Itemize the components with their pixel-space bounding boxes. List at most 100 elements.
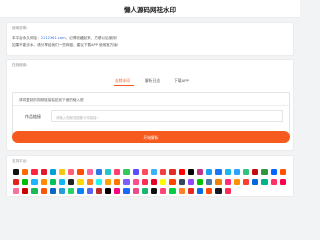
quanmin-icon[interactable] [132, 169, 139, 176]
bilibili-alt-icon[interactable] [13, 188, 20, 195]
ted-icon[interactable] [187, 188, 194, 195]
weixin-icon[interactable] [49, 178, 56, 185]
xigua-icon[interactable] [59, 169, 66, 176]
douyu-icon[interactable] [114, 178, 121, 185]
spotify-icon[interactable] [31, 188, 38, 195]
tab-parse-log[interactable]: 解析日志 [145, 78, 160, 84]
xianyu-icon[interactable] [77, 178, 84, 185]
dribbble-icon[interactable] [132, 188, 139, 195]
deviantart-icon[interactable] [169, 188, 176, 195]
qqmusic-icon[interactable] [243, 169, 250, 176]
line-icon[interactable] [197, 178, 204, 185]
xhs-alt-icon[interactable] [224, 188, 231, 195]
mix-icon[interactable] [178, 188, 185, 195]
kwai-icon[interactable] [233, 178, 240, 185]
imgur-icon[interactable] [141, 188, 148, 195]
flickr-icon[interactable] [114, 188, 121, 195]
notice-label: 使用说明: [12, 26, 28, 30]
mangguo-icon[interactable] [40, 178, 47, 185]
notice-line-1-suffix: ，记得收藏起来，方便以后使用! [65, 36, 118, 40]
kuaishou-alt-icon[interactable] [206, 188, 213, 195]
behance-icon[interactable] [123, 188, 130, 195]
medium-icon[interactable] [105, 188, 112, 195]
tab-download-app[interactable]: 下载APP [174, 78, 189, 84]
hint-row: 请将复制的视频链接粘贴到下面的输入框 [13, 93, 289, 106]
telegram-icon[interactable] [59, 188, 66, 195]
lvzhou-icon[interactable] [123, 169, 130, 176]
platforms-label: 支持平台: [12, 159, 28, 163]
douyin-alt-icon[interactable] [215, 188, 222, 195]
netease-icon[interactable] [252, 169, 259, 176]
vk-icon[interactable] [206, 178, 213, 185]
haokan-icon[interactable] [95, 169, 102, 176]
9gag-icon[interactable] [151, 188, 158, 195]
kugou-icon[interactable] [233, 169, 240, 176]
likee-icon[interactable] [224, 178, 231, 185]
qq-icon[interactable] [59, 178, 66, 185]
weibo-icon[interactable] [40, 169, 47, 176]
acfun-icon[interactable] [141, 169, 148, 176]
notice-line-1: 本平台永久网址：2112361.com，记得收藏起来，方便以后使用! [12, 36, 117, 41]
snapchat-icon[interactable] [160, 178, 167, 185]
ok-icon[interactable] [215, 178, 222, 185]
quora-icon[interactable] [95, 188, 102, 195]
start-parse-button[interactable]: 开始解析 [12, 131, 290, 143]
facebook-icon[interactable] [215, 169, 222, 176]
linkedin-icon[interactable] [49, 188, 56, 195]
youku-icon[interactable] [31, 178, 38, 185]
meipai-icon[interactable] [114, 169, 121, 176]
weheartit-icon[interactable] [160, 188, 167, 195]
tab-remove-watermark[interactable]: 去除水印 [115, 78, 130, 84]
vine-icon[interactable] [261, 178, 268, 185]
discord-icon[interactable] [86, 188, 93, 195]
triller-icon[interactable] [243, 178, 250, 185]
domain-link[interactable]: 2112361.com [41, 36, 66, 40]
weishi-alt-icon[interactable] [270, 178, 277, 185]
zuiyou-icon[interactable] [105, 169, 112, 176]
zhihu-alt-icon[interactable] [197, 188, 204, 195]
link-input[interactable]: 请输入视频或图集分享链接~ [51, 110, 283, 122]
xiaohongshu-icon[interactable] [31, 169, 38, 176]
kuaishou-icon[interactable] [22, 169, 29, 176]
twitch-icon[interactable] [187, 178, 194, 185]
tumblr-icon[interactable] [178, 178, 185, 185]
douban-icon[interactable] [261, 169, 268, 176]
dewu-icon[interactable] [68, 178, 75, 185]
dailymotion-icon[interactable] [252, 178, 259, 185]
weishi-icon[interactable] [86, 169, 93, 176]
header-bar: 懒人源码网祛水印 [0, 0, 300, 18]
taobao-icon[interactable] [279, 169, 286, 176]
tiktok-lite-icon[interactable] [141, 178, 148, 185]
input-panel: 请将复制的视频链接粘贴到下面的输入框 作品链接 请输入视频或图集分享链接~ [12, 92, 290, 136]
zuiyou-alt-icon[interactable] [123, 178, 130, 185]
meitu-icon[interactable] [132, 178, 139, 185]
twitter-icon[interactable] [206, 169, 213, 176]
iqiyi-icon[interactable] [22, 178, 29, 185]
online-label: 在线使用: [12, 63, 28, 67]
pinduoduo-icon[interactable] [169, 169, 176, 176]
notice-line-2: 如果不能去水，请分享给我们一些网链，建议下载APP 使用官方版! [12, 43, 119, 47]
instagram-icon[interactable] [197, 169, 204, 176]
pipixia-icon[interactable] [68, 169, 75, 176]
reddit-icon[interactable] [169, 178, 176, 185]
vimeo-icon[interactable] [224, 169, 231, 176]
pinterest-icon[interactable] [151, 178, 158, 185]
huoshan-icon[interactable] [77, 169, 84, 176]
link-field-label: 作品链接 [25, 114, 41, 119]
toutiao-icon[interactable] [160, 169, 167, 176]
huya-icon[interactable] [105, 178, 112, 185]
douyin-hot-icon[interactable] [279, 178, 286, 185]
messenger-icon[interactable] [77, 188, 84, 195]
douyin-icon[interactable] [13, 169, 20, 176]
whatsapp-icon[interactable] [68, 188, 75, 195]
jd-icon[interactable] [13, 178, 20, 185]
momo-icon[interactable] [151, 169, 158, 176]
bilibili-icon[interactable] [49, 169, 56, 176]
tiktok-icon[interactable] [187, 169, 194, 176]
youtube-icon[interactable] [178, 169, 185, 176]
douyin-lite-icon[interactable] [95, 178, 102, 185]
kuaishou-lite-icon[interactable] [86, 178, 93, 185]
zhihu-icon[interactable] [270, 169, 277, 176]
soundcloud-icon[interactable] [40, 188, 47, 195]
youtube-music-icon[interactable] [22, 188, 29, 195]
